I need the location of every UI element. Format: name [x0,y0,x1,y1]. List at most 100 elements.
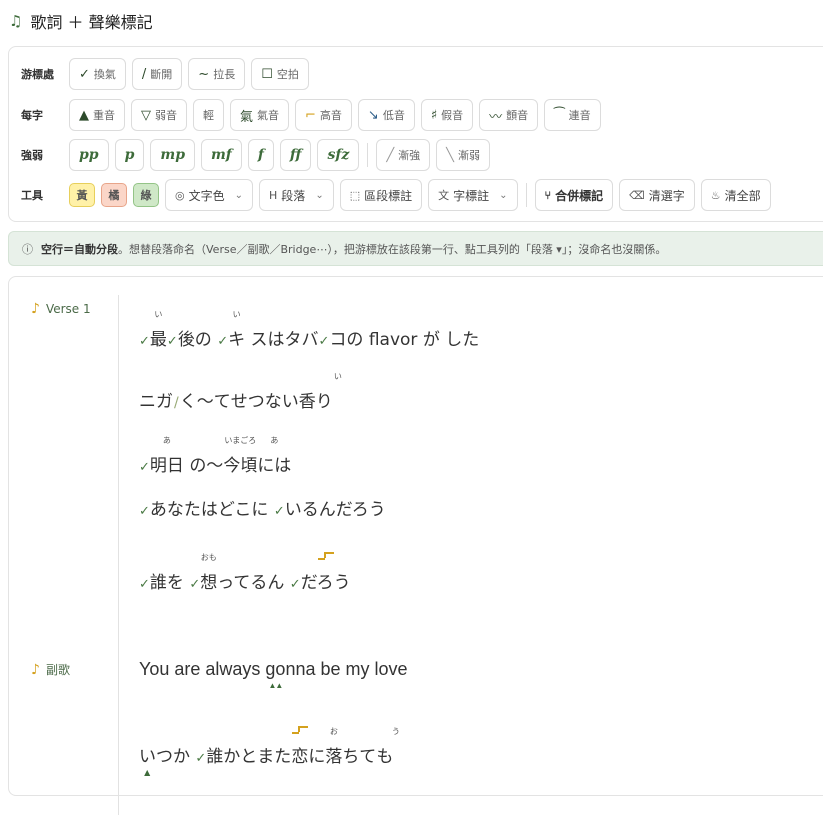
weak-button[interactable]: ▽ 弱音 [131,99,187,131]
heading-icon: H [269,188,278,202]
breath-char-icon: 氣 [240,109,254,125]
dynamic-pp-button[interactable]: pp [69,139,109,171]
lyric-line[interactable]: ✓最い ✓後の ✓キい スはタバ✓コの flavor が した [139,310,479,350]
toolbar-row-breath: 游標處 ✓ 換氣 / 斷開 ~ 拉長 ☐ 空拍 [21,57,315,91]
section-label-chorus: ♪ 副歌 [31,661,70,678]
music-note-icon: ♫ [9,12,23,30]
header: ♫ 歌詞 ＋ 聲樂標記 [9,9,153,33]
break-button[interactable]: / 斷開 [131,58,183,90]
ruby: あ [162,436,171,445]
breath-mark: ✓ [273,504,285,519]
lyric-line[interactable]: いつか ▲ ✓誰かとまた恋 に落おちてもう [139,726,400,777]
low-note-button[interactable]: ↘ 低音 [357,99,415,131]
toolbar-row-dynamics: 強弱 pp p mp mf f ff sfz ╱ 漸強 ╲ 漸弱 [21,138,496,172]
breath-mark: ✓ [139,334,150,349]
info-bar: ⓘ 空行＝自動分段 。想替段落命名（Verse／副歌／Bridge⋯），把游標放在… [8,231,823,266]
vibrato-icon: 〰 [489,109,503,125]
toolbar-row-char: 每字 ▲ 重音 ▽ 弱音 輕 氣氣音 ⌐ 高音 ↘ 低音 ♯ 假音 〰顫音 ⁀ 連音 [21,98,607,132]
lyrics-editor[interactable]: ♪ Verse 1 ♪ 副歌 ✓最い ✓後の ✓キい スはタバ✓コの flavor… [8,276,823,815]
row-label: 游標處 [21,68,54,81]
translate-icon: 文 [438,189,450,202]
char-note-dropdown[interactable]: 文字標註 ⌄ [428,179,518,211]
breath-mark: ✓ [166,334,178,349]
rest-button[interactable]: ☐ 空拍 [251,58,309,90]
region-mark-button[interactable]: ⬚ 區段標註 [339,179,423,211]
breath-mark: ✓ [139,504,150,519]
breathy-button[interactable]: 氣氣音 [230,99,290,131]
triangle-down-icon: ▽ [141,107,151,123]
chevron-down-icon: ⌄ [234,189,244,201]
breath-mark: ✓ [217,334,229,349]
dynamic-sfz-button[interactable]: sfz [317,139,360,171]
ruby: あ [270,436,279,445]
dynamic-ff-button[interactable]: ff [279,139,312,171]
ruby: おも [200,553,217,562]
lyric-line[interactable]: ✓あなたはどこに ✓いるんだろう [139,495,386,520]
highlight-green-chip[interactable]: 綠 [133,183,159,207]
breath-mark: ✓ [139,577,150,592]
lyric-line[interactable]: ✓明日あ の～今頃 いまごろ にはあ [139,436,291,476]
triangle-up-icon: ▲ [79,107,89,123]
section-label-verse-1: ♪ Verse 1 [31,301,91,317]
dynamic-mf-button[interactable]: mf [200,139,242,171]
merge-icon: ⑂ [544,188,552,202]
eraser-icon: ⌫ [629,188,645,202]
toolbar-row-tools: 工具 黃 橘 綠 ◎ 文字色 ⌄ H 段落 ⌄ ⬚ 區段標註 文字標註 ⌄ ⑂ 合併標記 ⌫ 清… [21,178,777,212]
breath-mark: ✓ [318,334,330,349]
check-icon: ✓ [79,66,90,82]
high-note-mark [317,552,334,560]
row-label: 強弱 [21,149,43,162]
ruby: い [333,372,342,381]
high-note-mark [291,726,308,734]
tilde-icon: ~ [198,66,210,82]
row-label: 每字 [21,109,43,122]
highlight-yellow-chip[interactable]: 黃 [69,183,95,207]
gutter-divider [118,295,119,815]
legato-button[interactable]: ⁀ 連音 [544,99,601,131]
falsetto-button[interactable]: ♯ 假音 [420,99,474,131]
chevron-down-icon: ⌄ [315,189,324,201]
music-note-icon: ♪ [31,301,40,317]
step-up-icon: ⌐ [305,107,316,123]
dynamic-f-button[interactable]: f [247,139,274,171]
vibrato-button[interactable]: 〰顫音 [479,99,539,131]
text-color-dropdown[interactable]: ◎ 文字色 ⌄ [165,179,254,211]
high-note-button[interactable]: ⌐ 高音 [295,99,352,131]
step-down-icon: ↘ [367,107,379,123]
clear-selection-button[interactable]: ⌫ 清選字 [619,179,695,211]
paragraph-dropdown[interactable]: H 段落 ⌄ [259,179,334,211]
breath-mark: ✓ [139,460,150,475]
row-label: 工具 [21,189,43,202]
sustain-button[interactable]: ~ 拉長 [188,58,246,90]
decrescendo-button[interactable]: ╲ 漸弱 [436,139,490,171]
highlight-orange-chip[interactable]: 橘 [101,183,127,207]
divider [367,143,369,167]
decrescendo-icon: ╲ [446,147,454,163]
music-note-icon: ♪ [31,661,40,678]
chevron-down-icon: ⌄ [499,189,508,201]
toolbar: 游標處 ✓ 換氣 / 斷開 ~ 拉長 ☐ 空拍 每字 ▲ 重音 ▽ 弱音 輕 氣氣音 ⌐ 高音… [8,46,823,222]
lyric-line[interactable]: You are always go ▲▲ nna be my love [139,659,408,690]
crescendo-button[interactable]: ╱ 漸強 [376,139,431,171]
slur-icon: ⁀ [554,107,565,123]
clear-all-button[interactable]: ♨ 清全部 [700,179,771,211]
merge-mark-button[interactable]: ⑂ 合併標記 [534,179,614,211]
accent-button[interactable]: ▲ 重音 [69,99,125,131]
light-button[interactable]: 輕 [193,99,224,131]
crescendo-icon: ╱ [386,147,395,163]
dynamic-p-button[interactable]: p [114,139,145,171]
ruby: いまごろ [224,436,257,445]
slash-icon: / [141,66,147,82]
lyric-line[interactable]: ✓誰を ✓想 おも ってるん ✓だろう [139,552,351,593]
lyric-line[interactable]: ニガ/く～てせつない香りい [139,372,342,412]
falsetto-icon: ♯ [430,107,438,123]
dynamic-mp-button[interactable]: mp [150,139,195,171]
broom-icon: ♨ [710,188,721,202]
ruby: い [232,310,241,319]
dashed-box-icon: ⬚ [349,188,361,202]
ruby: い [154,310,163,319]
page-title: 歌詞 ＋ 聲樂標記 [30,13,153,32]
info-icon: ⓘ [22,242,33,256]
breath-button[interactable]: ✓ 換氣 [69,58,126,90]
breath-mark: ✓ [195,751,207,766]
